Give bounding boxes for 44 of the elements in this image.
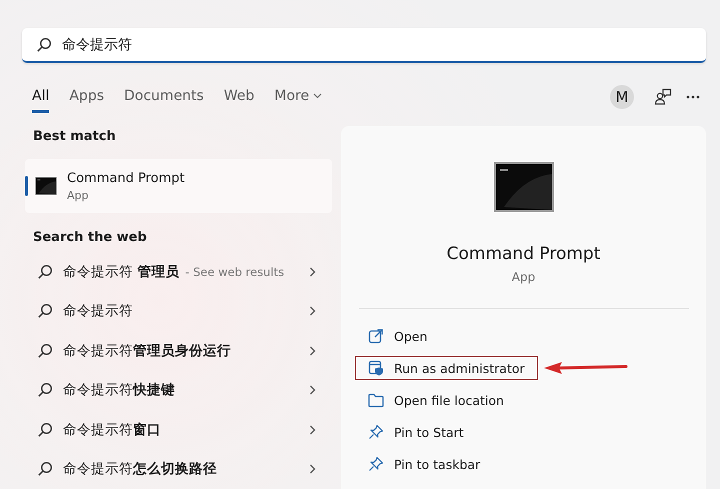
chevron-right-icon [309,306,316,316]
section-heading: Search the web [33,230,148,248]
folder-icon [368,392,384,408]
context-action[interactable]: Open [355,324,531,348]
pin-icon [368,424,384,440]
search-icon [36,36,52,52]
context-action[interactable]: Pin to Start [355,420,531,444]
web-search-suggestion[interactable]: 命令提示符 管理员 - See web results [25,252,332,292]
context-action[interactable]: Pin to taskbar [355,452,531,476]
external-link-icon [368,328,384,344]
terminal-app-icon [494,162,554,212]
web-search-suggestion[interactable]: 命令提示符管理员身份运行 [25,331,332,370]
filter-tab[interactable]: All [32,82,50,112]
chevron-right-icon [309,464,316,474]
web-search-suggestion[interactable]: 命令提示符窗口 [25,410,332,450]
filter-tab[interactable]: Web [224,82,254,112]
shield-window-icon [368,360,384,376]
chevron-right-icon [309,266,316,277]
best-match-result[interactable]: Command Prompt App [25,158,332,214]
terminal-icon [35,177,57,195]
chevron-right-icon [309,346,316,356]
search-icon [37,422,53,438]
app-type: App [512,270,536,284]
chevron-right-icon [309,424,316,435]
search-icon [37,264,53,280]
chevron-right-icon [309,385,316,396]
section-heading: Best match [33,129,117,146]
chevron-down-icon [313,92,322,98]
web-search-suggestion[interactable]: 命令提示符 [25,292,332,331]
search-field[interactable]: 命令提示符 [22,28,706,63]
filter-tab[interactable]: Apps [69,82,104,112]
search-icon [37,303,53,320]
filter-tab[interactable]: Documents [124,82,204,112]
search-icon [37,382,53,398]
search-icon [37,342,53,359]
filter-tab[interactable]: More [274,82,322,112]
account-avatar[interactable]: M [610,85,634,109]
web-search-suggestion[interactable]: 命令提示符快捷键 [25,370,332,410]
context-action[interactable]: Run as administrator [355,356,538,380]
search-icon [37,461,53,478]
app-title: Command Prompt [446,244,600,264]
context-action[interactable]: Open file location [355,388,531,412]
web-search-suggestion[interactable]: 命令提示符怎么切换路径 [25,450,332,489]
pin-icon [368,456,384,472]
